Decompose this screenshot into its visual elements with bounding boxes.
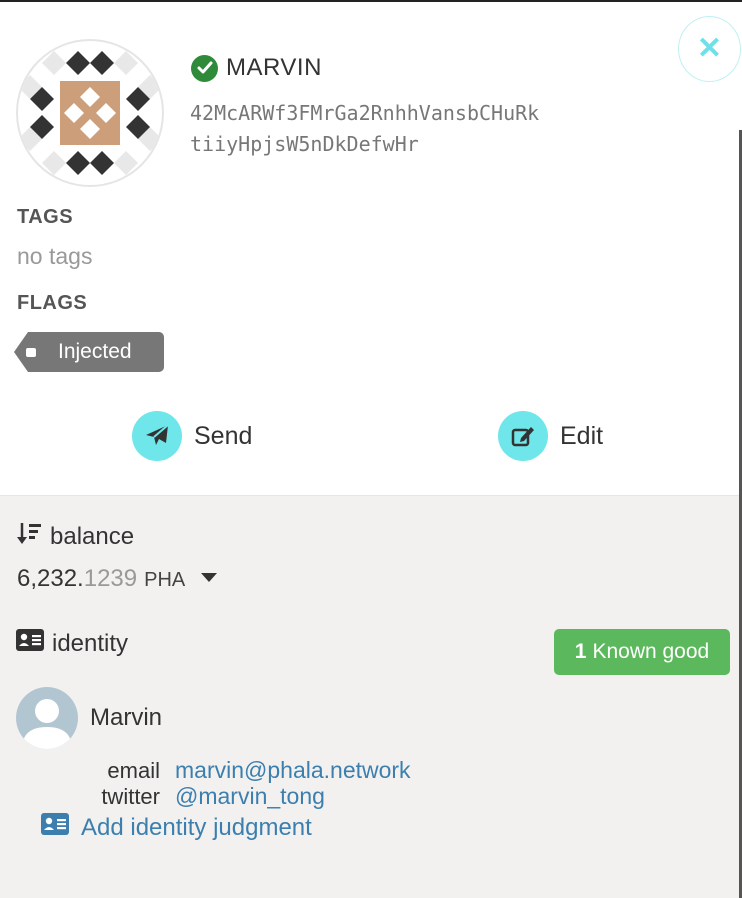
- tags-empty-text: no tags: [17, 243, 93, 269]
- paper-plane-icon[interactable]: [132, 411, 182, 461]
- id-card-icon[interactable]: [41, 813, 69, 842]
- email-value[interactable]: marvin@phala.network: [175, 757, 411, 784]
- identity-display-name: Marvin: [90, 704, 163, 731]
- twitter-label: twitter: [101, 784, 160, 809]
- account-name-row: MARVIN: [191, 54, 322, 82]
- tag-hole-icon: [26, 348, 36, 357]
- add-identity-judgment-link[interactable]: Add identity judgment: [41, 813, 312, 842]
- judgement-badge[interactable]: 1 Known good: [554, 629, 730, 675]
- identicon-graphic: [18, 51, 162, 175]
- balance-value[interactable]: 6,232. 1239 PHA: [17, 565, 218, 593]
- flags-label: FLAGS: [17, 292, 88, 314]
- tags-label: TAGS: [17, 206, 74, 228]
- id-card-icon: [16, 629, 44, 658]
- balance-label: balance: [50, 522, 135, 550]
- twitter-value[interactable]: @marvin_tong: [175, 783, 325, 810]
- check-circle-icon: [191, 54, 218, 82]
- edit-button[interactable]: Edit: [498, 411, 603, 461]
- user-avatar-icon: [16, 687, 78, 749]
- account-sidebar: ✕ MARVIN 42McARWf3FMrGa2RnhhVansbCHuRkti…: [0, 0, 742, 898]
- judgement-text: Known good: [592, 640, 710, 663]
- caret-down-icon[interactable]: [201, 573, 218, 582]
- flag-injected: Injected: [14, 332, 164, 372]
- balance-decimal: 1239: [83, 565, 138, 592]
- email-label: email: [107, 758, 160, 783]
- flag-label: Injected: [58, 340, 132, 363]
- sort-amount-down-icon: [16, 520, 42, 553]
- balance-header: balance: [16, 520, 134, 553]
- account-identicon[interactable]: [16, 39, 164, 187]
- edit-icon[interactable]: [498, 411, 548, 461]
- edit-label[interactable]: Edit: [560, 422, 603, 451]
- account-name[interactable]: MARVIN: [226, 54, 322, 82]
- balance-unit: PHA: [144, 569, 186, 591]
- close-icon[interactable]: ✕: [697, 34, 722, 64]
- balance-integer: 6,232.: [17, 565, 84, 592]
- account-address[interactable]: 42McARWf3FMrGa2RnhhVansbCHuRktiiyHpjsW5n…: [190, 98, 550, 160]
- send-button[interactable]: Send: [132, 411, 252, 461]
- identity-header: identity: [16, 629, 128, 658]
- judgement-count: 1: [574, 640, 587, 663]
- add-judgment-label[interactable]: Add identity judgment: [81, 814, 312, 842]
- identity-label: identity: [52, 629, 129, 657]
- send-label[interactable]: Send: [194, 422, 252, 451]
- close-button[interactable]: ✕: [678, 16, 741, 82]
